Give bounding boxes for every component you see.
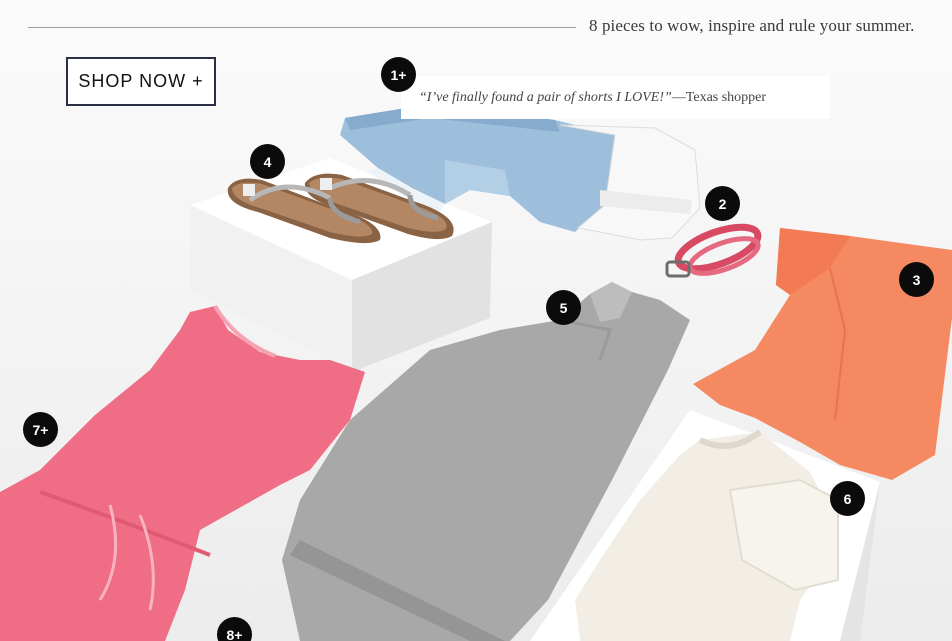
product-badge-6[interactable]: 6 [830, 481, 865, 516]
product-badge-3-label: 3 [912, 271, 921, 288]
product-badge-2[interactable]: 2 [705, 186, 740, 221]
product-badge-5-label: 5 [559, 299, 568, 316]
testimonial-box: “I’ve finally found a pair of shorts I L… [401, 76, 830, 119]
product-badge-2-label: 2 [718, 195, 727, 212]
product-badge-6-label: 6 [843, 490, 852, 507]
header-divider [28, 27, 576, 28]
page-tagline: 8 pieces to wow, inspire and rule your s… [589, 16, 915, 35]
product-badge-7[interactable]: 7+ [23, 412, 58, 447]
product-badge-4-label: 4 [263, 153, 272, 170]
shop-now-button[interactable]: SHOP NOW + [66, 57, 216, 106]
product-badge-1[interactable]: 1+ [381, 57, 416, 92]
product-badge-5[interactable]: 5 [546, 290, 581, 325]
product-badge-3[interactable]: 3 [899, 262, 934, 297]
product-badge-4[interactable]: 4 [250, 144, 285, 179]
product-badge-7-label: 7+ [32, 421, 49, 438]
testimonial-quote: “I’ve finally found a pair of shorts I L… [419, 89, 672, 105]
testimonial-attribution: —Texas shopper [671, 89, 767, 105]
summer-lookbook: 8 pieces to wow, inspire and rule your s… [0, 0, 952, 641]
product-badge-1-label: 1+ [390, 66, 407, 83]
product-badge-8-label: 8+ [226, 626, 243, 641]
